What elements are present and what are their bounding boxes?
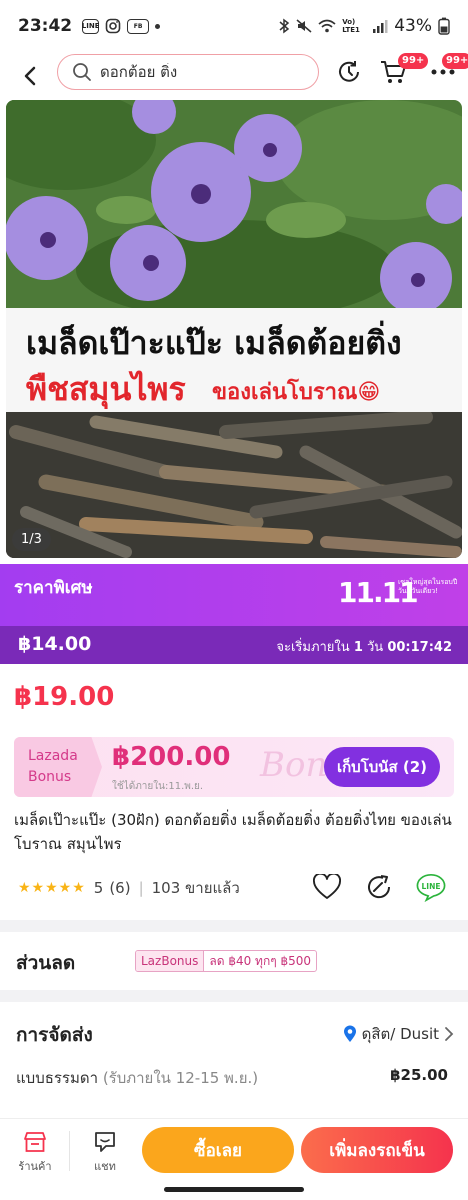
section-divider xyxy=(0,920,468,932)
status-time: 23:42 xyxy=(18,16,73,36)
chevron-right-icon xyxy=(445,1027,454,1041)
system-status: Vo) LTE1 43% xyxy=(278,16,450,36)
bluetooth-icon xyxy=(279,18,290,34)
shipping-eta: (รับภายใน 12-15 พ.ย.) xyxy=(102,1069,259,1087)
bonus-validity: ใช้ได้ภายใน:11.พ.ย. xyxy=(112,781,204,792)
section-divider xyxy=(0,990,468,1002)
add-to-cart-button[interactable]: เพิ่มลงรถเข็น xyxy=(301,1127,453,1173)
voucher-chip[interactable]: LazBonus ลด ฿40 ทุกๆ ฿500 xyxy=(135,950,318,972)
share-icon xyxy=(368,875,391,899)
more-notifications-dot xyxy=(155,23,161,29)
line-app-icon: LINE xyxy=(82,18,99,34)
facebook-page-icon: FB xyxy=(127,18,150,34)
wifi-icon xyxy=(318,19,336,33)
cart-button[interactable]: 99+ xyxy=(378,53,429,87)
image-counter: 1/3 xyxy=(12,528,51,551)
status-bar: 23:42 LINE FB Vo) LTE1 43% xyxy=(0,0,468,52)
more-dots-icon xyxy=(431,69,455,75)
countdown: จะเริ่มภายใน 1 วัน 00:17:42 xyxy=(276,636,452,657)
battery-percent: 43% xyxy=(394,16,432,36)
more-options-button[interactable]: 99+ xyxy=(428,53,468,87)
chat-icon xyxy=(95,1132,115,1152)
store-button[interactable]: ร้านค้า xyxy=(10,1131,60,1175)
regular-price: ฿19.00 xyxy=(14,682,115,712)
home-indicator[interactable] xyxy=(164,1187,304,1192)
bottom-divider xyxy=(69,1131,70,1171)
caption-line-2: พืชสมุนไพร xyxy=(26,370,186,408)
bonus-brand-line-2: Bonus xyxy=(28,769,72,785)
shipping-method-name: แบบธรรมดา xyxy=(16,1069,99,1087)
chat-button[interactable]: แชท xyxy=(80,1131,130,1175)
wishlist-button[interactable] xyxy=(312,872,342,902)
image-caption-banner: เมล็ดเป๊าะแป๊ะ เมล็ดต้อยติ่ง พืชสมุนไพร … xyxy=(6,308,462,412)
flower-photo xyxy=(6,100,462,308)
bottom-action-bar: ร้านค้า แชท ซื้อเลย เพิ่มลงรถเข็น xyxy=(0,1118,468,1184)
special-price-band: ฿14.00 จะเริ่มภายใน 1 วัน 00:17:42 xyxy=(0,626,468,664)
rating-stars: ★★★★★ xyxy=(18,880,86,896)
rating-count: (6) xyxy=(109,879,131,897)
voucher-text: ลด ฿40 ทุกๆ ฿500 xyxy=(209,954,312,968)
notification-icons: LINE FB xyxy=(82,18,161,34)
search-input[interactable] xyxy=(100,63,300,81)
top-navigation: 99+ 99+ xyxy=(0,52,468,100)
network-type: Vo) LTE1 xyxy=(342,18,360,34)
battery-icon xyxy=(438,17,450,35)
line-share-button[interactable]: LINE xyxy=(416,872,446,902)
buy-now-button[interactable]: ซื้อเลย xyxy=(142,1127,294,1173)
signal-icon xyxy=(373,20,388,33)
search-bar[interactable] xyxy=(57,54,319,90)
history-icon xyxy=(339,61,359,82)
product-actions: LINE xyxy=(312,872,446,902)
rating-row[interactable]: ★★★★★ 5 (6) | 103 ขายแล้ว xyxy=(18,876,240,900)
store-label: ร้านค้า xyxy=(18,1160,52,1173)
countdown-time: 00:17:42 xyxy=(387,640,452,655)
product-image-gallery[interactable]: เมล็ดเป๊าะแป๊ะ เมล็ดต้อยติ่ง พืชสมุนไพร … xyxy=(6,100,462,558)
bonus-brand-label: Lazada Bonus xyxy=(28,746,78,788)
discount-title: ส่วนลด xyxy=(16,952,76,974)
shipping-method: แบบธรรมดา (รับภายใน 12-15 พ.ย.) xyxy=(16,1066,258,1090)
share-button[interactable] xyxy=(364,872,394,902)
more-count-badge: 99+ xyxy=(442,53,468,69)
shipping-section: การจัดส่ง ดุสิต/ Dusit แบบธรรมดา (รับภาย… xyxy=(0,1002,468,1112)
voucher-tag: LazBonus xyxy=(136,951,205,971)
chat-label: แชท xyxy=(94,1160,116,1173)
collect-bonus-button[interactable]: เก็บโบนัส (2) xyxy=(324,747,440,787)
line-icon-label: LINE xyxy=(422,882,441,891)
cart-count-badge: 99+ xyxy=(398,53,429,69)
rating-score: 5 xyxy=(93,879,104,897)
line-icon: LINE xyxy=(416,873,446,902)
bonus-brand-line-1: Lazada xyxy=(28,748,78,764)
heart-icon xyxy=(313,874,341,899)
back-button[interactable] xyxy=(14,60,46,92)
caption-line-1: เมล็ดเป๊าะแป๊ะ เมล็ดต้อยติ่ง xyxy=(26,324,402,362)
product-title: เมล็ดเป๊าะแป๊ะ (30ฝัก) ดอกต้อยติ่ง เมล็ด… xyxy=(14,811,452,853)
lazada-bonus-card: Lazada Bonus Bonus ฿200.00 ใช้ได้ภายใน:1… xyxy=(14,737,454,797)
countdown-unit: วัน xyxy=(367,640,384,655)
sold-count: 103 ขายแล้ว xyxy=(151,879,240,897)
caption-line-3: ของเล่นโบราณ😁 xyxy=(212,380,381,405)
countdown-days: 1 xyxy=(353,640,363,655)
chevron-left-icon xyxy=(24,66,36,86)
shipping-location-text: ดุสิต/ Dusit xyxy=(361,1025,439,1043)
campaign-tagline: เซลใหญ่สุดในรอบปี วันนี้วันเดียว! xyxy=(398,578,458,595)
shipping-fee: ฿25.00 xyxy=(390,1066,448,1084)
rating-separator: | xyxy=(138,879,144,897)
store-icon xyxy=(24,1132,46,1152)
instagram-icon xyxy=(105,18,121,34)
bonus-amount: ฿200.00 xyxy=(112,742,231,772)
history-button[interactable] xyxy=(334,57,364,87)
search-icon xyxy=(73,63,91,81)
special-price: ฿14.00 xyxy=(18,633,92,655)
countdown-prefix: จะเริ่มภายใน xyxy=(276,640,350,655)
promo-banner: ราคาพิเศษ 11.11 เซลใหญ่สุดในรอบปี วันนี้… xyxy=(0,564,468,626)
mute-icon xyxy=(296,19,312,33)
promo-label: ราคาพิเศษ xyxy=(14,578,93,598)
seed-pods-photo xyxy=(6,412,462,558)
shipping-title: การจัดส่ง xyxy=(16,1024,93,1046)
discount-section[interactable]: ส่วนลด LazBonus ลด ฿40 ทุกๆ ฿500 xyxy=(0,932,468,990)
shipping-location[interactable]: ดุสิต/ Dusit xyxy=(343,1022,454,1046)
location-pin-icon xyxy=(343,1025,356,1042)
